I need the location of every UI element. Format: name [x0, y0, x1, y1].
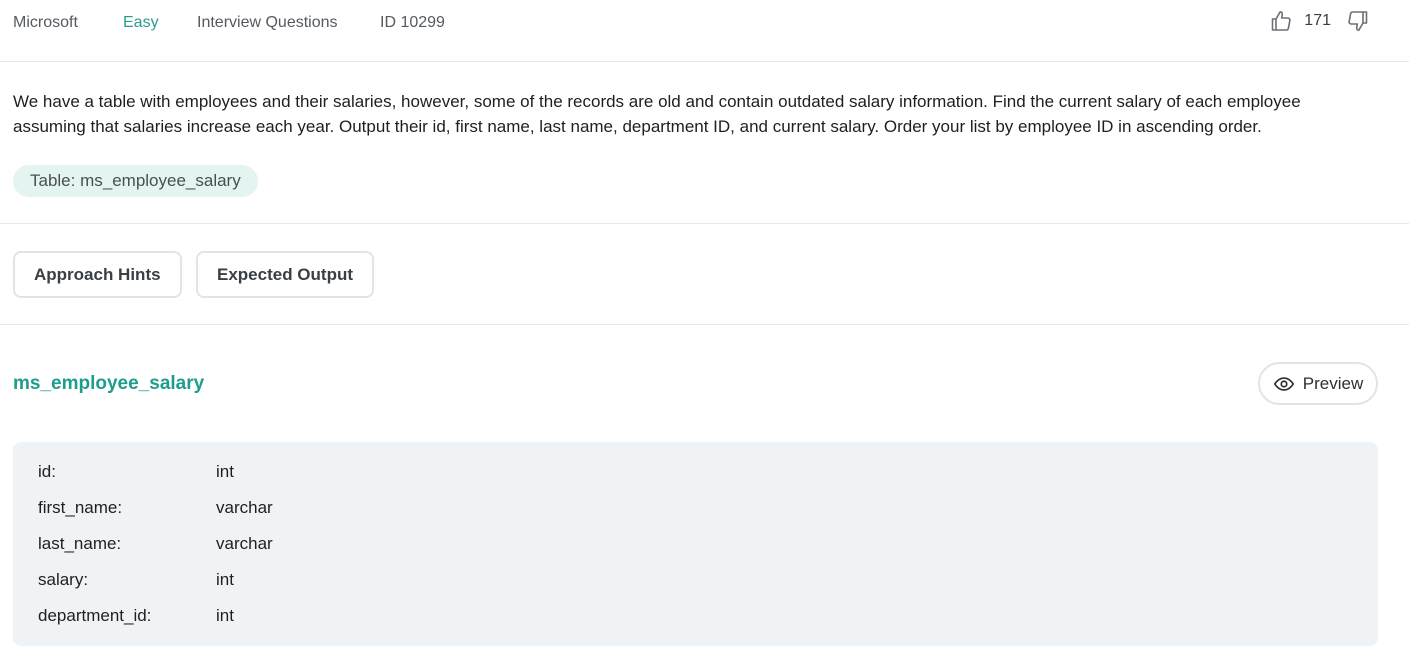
schema-row: salary: int [38, 562, 234, 598]
section-divider [0, 324, 1409, 325]
schema-row: id: int [38, 454, 234, 490]
vote-count: 171 [1304, 12, 1331, 29]
column-type: varchar [216, 498, 273, 517]
question-description: We have a table with employees and their… [13, 92, 1301, 136]
vote-controls: 171 [1268, 8, 1371, 34]
column-name: id: [38, 462, 56, 481]
question-id-label: ID 10299 [380, 14, 445, 31]
category-label[interactable]: Interview Questions [197, 13, 338, 33]
column-name: last_name: [38, 534, 122, 553]
column-type: int [216, 462, 234, 481]
table-chip[interactable]: Table: ms_employee_salary [13, 165, 258, 197]
column-type: int [216, 606, 234, 625]
column-name: salary: [38, 570, 89, 589]
section-divider [0, 223, 1409, 224]
difficulty-label[interactable]: Easy [123, 13, 159, 33]
column-type: varchar [216, 534, 273, 553]
company-label[interactable]: Microsoft [13, 13, 78, 33]
preview-label: Preview [1302, 373, 1364, 393]
approach-hints-button[interactable]: Approach Hints [13, 251, 182, 298]
column-name: first_name: [38, 498, 123, 517]
expected-output-button[interactable]: Expected Output [196, 251, 375, 298]
column-name: department_id: [38, 606, 152, 625]
schema-row: first_name: varchar [38, 490, 273, 526]
schema-panel: id: int first_name: varchar last_name: v… [13, 442, 1378, 646]
schema-row: department_id: int [38, 598, 234, 634]
thumbs-down-icon[interactable] [1345, 8, 1371, 34]
schema-row: last_name: varchar [38, 526, 273, 562]
column-type: int [216, 570, 234, 589]
thumbs-up-icon[interactable] [1268, 8, 1294, 34]
question-meta-bar: Microsoft Easy Interview Questions ID 10… [0, 0, 1409, 62]
preview-button[interactable]: Preview [1258, 362, 1378, 405]
schema-table-name: ms_employee_salary [13, 373, 205, 394]
eye-icon [1273, 373, 1295, 395]
